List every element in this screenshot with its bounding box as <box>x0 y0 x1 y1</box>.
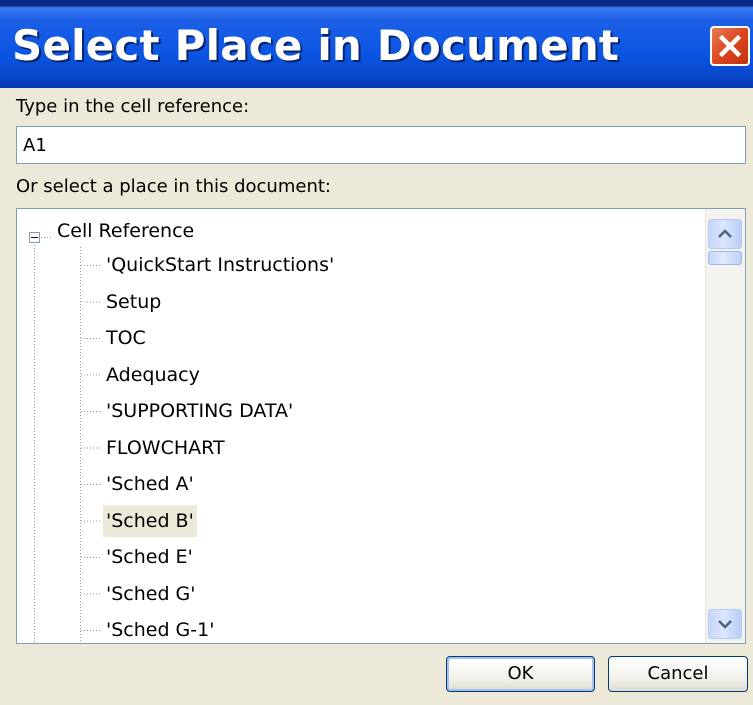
tree-item[interactable]: 'QuickStart Instructions' <box>103 249 337 281</box>
vertical-scrollbar[interactable] <box>705 209 745 643</box>
tree-item[interactable]: 'Sched G' <box>103 578 199 610</box>
scroll-down-button[interactable] <box>708 609 742 639</box>
tree-item[interactable]: Setup <box>103 286 164 318</box>
scroll-thumb[interactable] <box>708 251 742 265</box>
title-bar-edge <box>0 0 753 6</box>
tree-item[interactable]: TOC <box>103 322 149 354</box>
cell-reference-label: Type in the cell reference: <box>16 96 250 117</box>
tree-collapse-icon[interactable] <box>29 232 40 243</box>
close-icon <box>718 34 742 58</box>
scroll-up-button[interactable] <box>708 219 742 249</box>
ok-button[interactable]: OK <box>446 656 595 692</box>
tree-item[interactable]: 'Sched E' <box>103 541 196 573</box>
tree-item[interactable]: 'SUPPORTING DATA' <box>103 395 296 427</box>
place-list-label: Or select a place in this document: <box>16 176 331 197</box>
tree-root-cell-reference[interactable]: Cell Reference <box>57 215 194 247</box>
place-tree[interactable]: Cell Reference 'QuickStart Instructions'… <box>16 208 746 644</box>
tree-item[interactable]: 'Sched A' <box>103 468 197 500</box>
cancel-button[interactable]: Cancel <box>608 656 748 692</box>
chevron-down-icon <box>718 620 732 629</box>
title-bar: Select Place in Document <box>0 0 753 88</box>
dialog-title: Select Place in Document <box>12 21 620 70</box>
tree-item[interactable]: Adequacy <box>103 359 203 391</box>
tree-item[interactable]: 'Sched B' <box>103 504 197 537</box>
chevron-up-icon <box>718 229 732 238</box>
cell-reference-input[interactable] <box>16 126 746 164</box>
tree-item[interactable]: FLOWCHART <box>103 432 228 464</box>
tree-item[interactable]: 'Sched G-1' <box>103 614 217 643</box>
close-button[interactable] <box>710 26 750 66</box>
